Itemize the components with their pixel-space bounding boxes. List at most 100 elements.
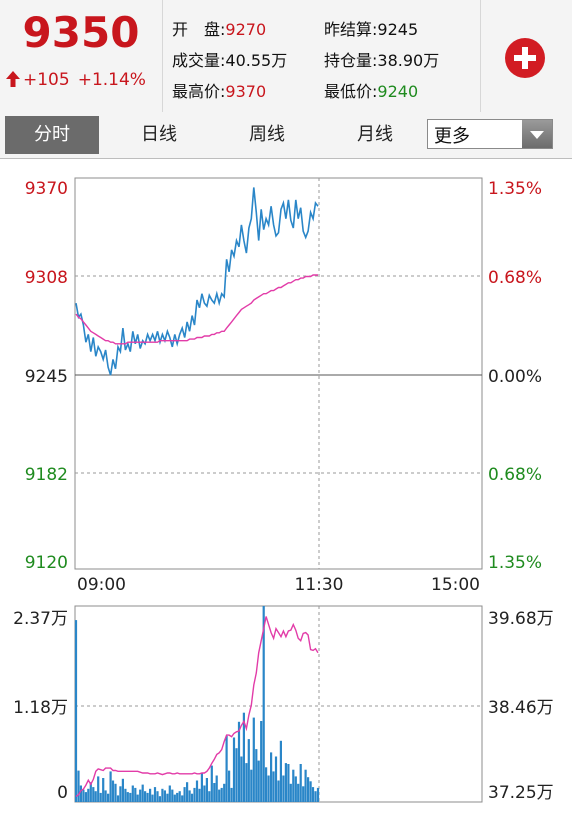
price-tick-label: 9182 bbox=[25, 465, 68, 485]
volume-bar bbox=[166, 793, 169, 802]
volume-bar bbox=[121, 778, 124, 802]
volume-bar bbox=[265, 767, 268, 802]
volume-bar bbox=[287, 764, 290, 802]
volume-bar bbox=[272, 771, 275, 802]
volume-bar bbox=[218, 789, 221, 802]
volume-bar bbox=[124, 788, 127, 802]
volume-bar bbox=[284, 763, 287, 802]
price-line bbox=[75, 187, 319, 376]
volume-bar bbox=[208, 791, 211, 802]
volume-bar bbox=[240, 756, 243, 802]
volume-bar bbox=[200, 773, 203, 802]
price-block: 9350 +105 +1.14% bbox=[0, 0, 163, 112]
time-tick-label: 09:00 bbox=[77, 575, 126, 595]
volume-bar bbox=[242, 712, 245, 802]
volume-bar bbox=[74, 620, 78, 802]
volume-bar bbox=[141, 784, 144, 802]
volume-bar bbox=[188, 790, 191, 802]
volume-bar bbox=[304, 769, 307, 802]
tab-weekly[interactable]: 周线 bbox=[220, 116, 314, 154]
volume-bar bbox=[297, 783, 300, 802]
volume-bar bbox=[270, 752, 273, 802]
volume-bar bbox=[225, 735, 228, 802]
volume-bar bbox=[307, 777, 310, 802]
volume-bar bbox=[178, 791, 181, 802]
volume-bars-group bbox=[74, 606, 320, 802]
volume-bar bbox=[292, 769, 295, 802]
pct-tick-label: 0.00% bbox=[488, 367, 542, 387]
arrow-up-icon bbox=[6, 71, 20, 87]
tab-intraday[interactable]: 分时 bbox=[5, 116, 99, 154]
volume-bar bbox=[107, 793, 110, 802]
volume-bar bbox=[205, 778, 208, 802]
volume-bar bbox=[99, 792, 102, 802]
quote-header: 9350 +105 +1.14% 开 盘:9270 昨结算:9245 成交量:40… bbox=[0, 0, 572, 113]
volume-bar bbox=[131, 785, 134, 802]
volume-bar bbox=[149, 788, 152, 802]
time-tick-label: 15:00 bbox=[431, 575, 480, 595]
more-periods-select[interactable]: 更多 bbox=[427, 119, 553, 149]
volume-bar bbox=[245, 763, 248, 802]
oi-tick-label: 39.68万 bbox=[488, 609, 554, 629]
volume-bar bbox=[257, 760, 260, 802]
volume-bar bbox=[250, 769, 253, 802]
price-tick-label: 9308 bbox=[25, 268, 68, 288]
pct-tick-label: 0.68% bbox=[488, 465, 542, 485]
intraday-chart: 9370 9308 9245 9182 9120 1.35% 0.68% 0.0… bbox=[13, 177, 554, 803]
volume-bar bbox=[311, 787, 315, 802]
volume-bar bbox=[77, 770, 80, 802]
pct-tick-label: 0.68% bbox=[488, 268, 542, 288]
volume-bar bbox=[215, 775, 218, 802]
add-watchlist-area bbox=[480, 0, 572, 112]
volume-bar bbox=[186, 782, 189, 802]
volume-bar bbox=[134, 787, 137, 802]
volume-bar bbox=[104, 790, 107, 802]
volume-bar bbox=[193, 787, 196, 802]
volume-tick-label: 0 bbox=[57, 783, 68, 803]
volume-bar bbox=[252, 717, 255, 802]
volume-bar bbox=[109, 771, 112, 802]
stat-open-interest: 持仓量:38.90万 bbox=[324, 51, 440, 70]
price-tick-label: 9245 bbox=[25, 367, 68, 387]
volume-bar bbox=[274, 756, 278, 802]
volume-bar bbox=[282, 775, 285, 802]
volume-bar bbox=[168, 785, 171, 802]
chevron-down-icon[interactable] bbox=[522, 120, 552, 148]
stat-open: 开 盘:9270 bbox=[172, 20, 267, 39]
volume-bar bbox=[126, 792, 129, 802]
volume-bar bbox=[277, 780, 280, 802]
volume-bar bbox=[228, 770, 231, 802]
volume-bar bbox=[314, 791, 317, 802]
tab-monthly[interactable]: 月线 bbox=[328, 116, 422, 154]
plus-circle-icon[interactable] bbox=[505, 38, 545, 78]
volume-bar bbox=[163, 790, 166, 802]
avg-price-line bbox=[75, 274, 318, 345]
volume-bar bbox=[111, 780, 115, 802]
volume-bar bbox=[84, 792, 87, 802]
volume-bar bbox=[279, 740, 282, 802]
volume-bar bbox=[223, 783, 226, 802]
volume-tick-label: 2.37万 bbox=[13, 609, 68, 629]
volume-bar bbox=[289, 783, 292, 802]
change-percent: +1.14% bbox=[77, 70, 146, 90]
volume-bar bbox=[247, 739, 250, 802]
time-tick-label: 11:30 bbox=[295, 575, 344, 595]
more-select-value: 更多 bbox=[434, 126, 470, 147]
stat-high: 最高价:9370 bbox=[172, 82, 267, 101]
volume-bar bbox=[260, 721, 263, 802]
last-price: 9350 bbox=[22, 8, 140, 57]
volume-bar bbox=[203, 785, 206, 802]
price-series-group bbox=[75, 187, 319, 376]
volume-bar bbox=[316, 787, 320, 802]
oi-tick-label: 37.25万 bbox=[488, 783, 554, 803]
volume-bar bbox=[309, 781, 312, 802]
volume-bar bbox=[129, 792, 132, 802]
pct-tick-label: 1.35% bbox=[488, 553, 542, 573]
stat-low: 最低价:9240 bbox=[324, 82, 419, 101]
volume-bar bbox=[114, 783, 117, 802]
volume-bar bbox=[158, 796, 161, 802]
volume-tick-label: 1.18万 bbox=[13, 698, 68, 718]
tab-daily[interactable]: 日线 bbox=[112, 116, 206, 154]
volume-bar bbox=[235, 748, 238, 802]
volume-bar bbox=[210, 765, 213, 802]
